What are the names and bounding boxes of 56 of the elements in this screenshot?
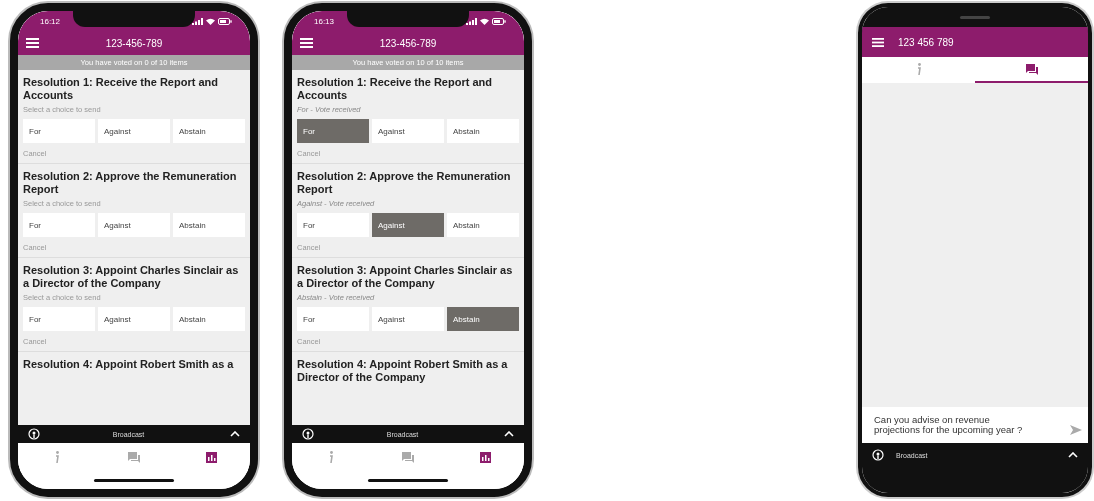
caret-up-icon[interactable]	[504, 431, 514, 437]
menu-icon[interactable]	[300, 38, 313, 48]
meeting-id-title: 123-456-789	[104, 37, 164, 49]
speaker-slot	[960, 15, 990, 19]
wifi-icon	[206, 17, 215, 25]
caret-up-icon[interactable]	[1068, 452, 1078, 458]
resolution-title: Resolution 4: Appoint Robert Smith as a Director of the Company	[296, 357, 509, 385]
vote-choice-button[interactable]: For	[297, 213, 369, 237]
status-time: 16:13	[314, 16, 335, 26]
vote-choice-button[interactable]: Abstain	[447, 119, 519, 143]
vote-choice-button[interactable]: Abstain	[173, 307, 245, 331]
status-time: 16:12	[40, 16, 61, 26]
vote-choice-button[interactable]: Abstain	[447, 213, 519, 237]
vote-choice-button[interactable]: For	[23, 213, 95, 237]
vote-choice-button[interactable]: Against	[372, 119, 444, 143]
meeting-id-title: 123-456-789	[378, 37, 438, 49]
vote-choice-button[interactable]: Abstain	[173, 213, 245, 237]
vote-choice-button[interactable]: For	[297, 119, 369, 143]
vote-choice-button[interactable]: Against	[98, 213, 170, 237]
chart-icon	[205, 451, 217, 463]
resolution-title: Resolution 4: Appoint Robert Smith as a	[22, 357, 235, 372]
resolution-title: Resolution 2: Approve the Remuneration Report	[23, 170, 238, 196]
message-field[interactable]: Can you advise on revenue projections for the upcoming year ?	[862, 407, 1088, 443]
broadcast-icon[interactable]	[28, 428, 40, 440]
battery-icon	[218, 17, 232, 25]
vote-choice-button[interactable]: For	[297, 307, 369, 331]
broadcast-icon[interactable]	[302, 428, 314, 440]
caret-up-icon[interactable]	[230, 431, 240, 437]
broadcast-icon[interactable]	[872, 449, 884, 461]
vote-choice-button[interactable]: For	[23, 307, 95, 331]
vote-choice-button[interactable]: Against	[98, 119, 170, 143]
info-icon	[327, 450, 334, 464]
resolution-title: Resolution 2: Approve the Remuneration Report	[297, 170, 512, 196]
vote-choice-button[interactable]: Against	[98, 307, 170, 331]
vote-choice-button[interactable]: Abstain	[173, 119, 245, 143]
info-icon	[53, 450, 60, 464]
vote-choice-button[interactable]: Against	[372, 213, 444, 237]
chat-icon	[1025, 63, 1038, 75]
chat-icon	[402, 451, 414, 463]
signal-icon	[466, 17, 477, 25]
wifi-icon	[480, 17, 489, 25]
resolution-title: Resolution 1: Receive the Report and Accounts	[23, 76, 219, 102]
menu-icon[interactable]	[872, 37, 884, 47]
menu-icon[interactable]	[26, 38, 39, 48]
battery-icon	[492, 17, 506, 25]
vote-choice-button[interactable]: Abstain	[447, 307, 519, 331]
chat-icon	[128, 451, 140, 463]
vote-choice-button[interactable]: For	[23, 119, 95, 143]
info-icon	[915, 62, 922, 76]
resolution-title: Resolution 1: Receive the Report and Accounts	[297, 76, 493, 102]
chart-icon	[479, 451, 491, 463]
signal-icon	[192, 17, 203, 25]
meeting-id-title: 123 456 789	[898, 36, 954, 48]
resolution-title: Resolution 3: Appoint Charles Sinclair as a Director of the Company	[23, 264, 240, 290]
resolution-title: Resolution 3: Appoint Charles Sinclair as a Director of the Company	[297, 264, 514, 290]
vote-choice-button[interactable]: Against	[372, 307, 444, 331]
